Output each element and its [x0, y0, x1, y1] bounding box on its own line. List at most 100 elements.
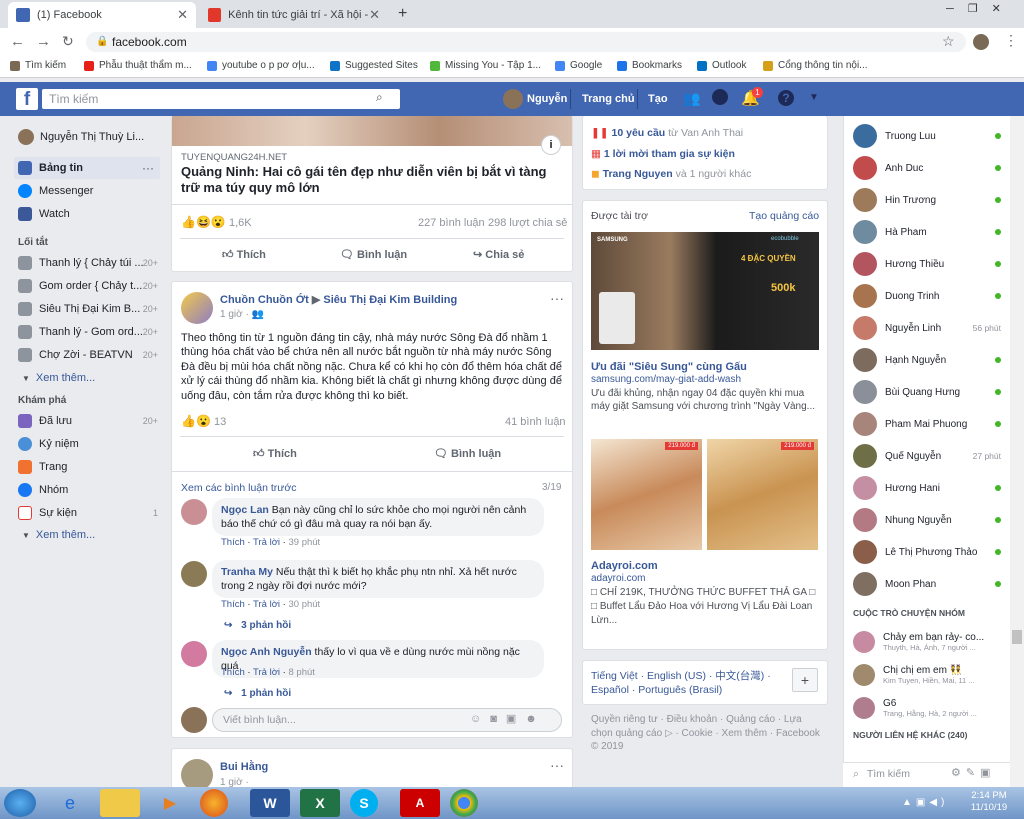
footer-links[interactable]: Quyền riêng tư · Điều khoản · Quảng cáo … [591, 713, 821, 754]
sidebar-item-saved[interactable]: Đã lưu 20+ [18, 412, 158, 430]
bookmark-item[interactable]: Phẫu thuật thẩm m... [84, 60, 192, 71]
like-button[interactable]: 👍︎ Thích [253, 447, 297, 460]
reaction-icons[interactable]: 👍😮 [181, 414, 211, 428]
bookmark-item[interactable]: Missing You - Tập 1... [430, 60, 541, 71]
comment-time[interactable]: 30 phút [289, 599, 321, 610]
author-link[interactable]: Bui Hằng [220, 761, 268, 773]
commenter-avatar[interactable] [181, 561, 207, 587]
forward-icon[interactable]: → [36, 33, 51, 50]
commenter-name[interactable]: Ngọc Lan [221, 504, 269, 516]
chrome-icon[interactable] [450, 789, 478, 817]
comment-reply-link[interactable]: Trả lời [253, 537, 280, 548]
adayroi-ad-image-2[interactable]: 219.000 đ [707, 439, 818, 550]
close-tab-icon[interactable]: ✕ [369, 7, 380, 23]
event-invite-item[interactable]: ▦ 1 lời mời tham gia sự kiện [591, 148, 735, 160]
chat-contact[interactable]: Nguyễn Linh 56 phút [853, 314, 1003, 342]
ad-url[interactable]: samsung.com/may-giat-add-wash [591, 374, 741, 385]
chat-contact[interactable]: Pham Mai Phuong [853, 410, 1003, 438]
comment-button[interactable]: 🗨 Bình luận [340, 248, 407, 261]
chat-contact[interactable]: Bùi Quang Hưng [853, 378, 1003, 406]
create-ad-link[interactable]: Tạo quảng cáo [749, 210, 819, 222]
group-chat-item[interactable]: G6 Trang, Hằng, Hà, 2 người ... [853, 691, 1003, 725]
chat-contact[interactable]: Hin Trương [853, 186, 1003, 214]
close-tab-icon[interactable]: ✕ [177, 7, 188, 23]
group-link[interactable]: Siêu Thị Đại Kim Building [323, 294, 457, 306]
group-chat-item[interactable]: Chảy em bạn rảy- co... Thuyth, Hà, Ánh, 7… [853, 625, 1003, 659]
acrobat-icon[interactable]: A [400, 789, 440, 817]
window-controls[interactable]: ─❐✕ [946, 2, 1015, 15]
header-avatar[interactable] [503, 89, 523, 109]
add-language-button[interactable]: + [792, 668, 818, 692]
chat-contact[interactable]: Quế Nguyễn 27 phút [853, 442, 1003, 470]
sidebar-item-events[interactable]: Sự kiện 1 [18, 504, 158, 522]
clock[interactable]: 2:14 PM 11/10/19 [966, 790, 1012, 814]
sidebar-item-shortcut[interactable]: Thanh lý { Chảy túi ... 20+ [18, 254, 158, 272]
birthday-item[interactable]: ◼ Trang Nguyen và 1 người khác [591, 168, 751, 180]
comment-count[interactable]: 227 bình luận [418, 217, 485, 229]
view-replies-link[interactable]: ↪ 1 phản hồi [224, 688, 291, 699]
comment-time[interactable]: 39 phút [289, 537, 321, 548]
ad-url[interactable]: adayroi.com [591, 573, 645, 584]
reaction-count[interactable]: 13 [214, 416, 226, 428]
ad-title[interactable]: Ưu đãi "Siêu Sung" cùng Gấu [591, 361, 747, 373]
comment-button[interactable]: 🗨 Bình luận [434, 447, 501, 460]
bookmark-item[interactable]: Cổng thông tin nội... [763, 60, 868, 71]
reaction-count[interactable]: 1,6K [229, 217, 252, 229]
friend-requests-icon[interactable]: 👥 [683, 90, 700, 107]
chat-contact[interactable]: Hà Pham [853, 218, 1003, 246]
see-more-shortcuts[interactable]: ▼ Xem thêm... [22, 369, 162, 387]
commenter-avatar[interactable] [181, 641, 207, 667]
sidebar-item-watch[interactable]: Watch [18, 205, 158, 223]
sidebar-item-groups[interactable]: Nhóm [18, 481, 158, 499]
media-player-icon[interactable]: ▶ [150, 789, 190, 817]
new-tab-icon[interactable]: + [398, 5, 407, 23]
link-preview-image[interactable] [172, 116, 572, 146]
chat-contact[interactable]: Hương Thiều [853, 250, 1003, 278]
facebook-logo-icon[interactable]: f [16, 88, 38, 110]
bookmark-item[interactable]: Suggested Sites [330, 60, 418, 71]
ie-icon[interactable]: e [50, 789, 90, 817]
chat-contact[interactable]: Hương Hani [853, 474, 1003, 502]
group-chat-item[interactable]: Chị chị em em 👯 Kim Tuyen, Hiền, Mai, 11 … [853, 658, 1003, 692]
bookmark-star-icon[interactable]: ☆ [942, 33, 955, 50]
chat-contact[interactable]: Nhung Nguyễn [853, 506, 1003, 534]
see-more-explore[interactable]: ▼ Xem thêm... [22, 526, 162, 544]
adayroi-ad-image-1[interactable]: 219.000 đ [591, 439, 702, 550]
home-link[interactable]: Trang chủ [582, 93, 635, 105]
author-avatar[interactable] [181, 292, 213, 324]
search-icon[interactable]: ⌕ [376, 90, 383, 105]
chat-settings-icons[interactable]: ⚙✎▣ [951, 766, 995, 779]
facebook-search-input[interactable]: Tìm kiếm [42, 89, 400, 109]
skype-icon[interactable]: S [350, 789, 378, 817]
bookmark-item[interactable]: Bookmarks [617, 60, 682, 71]
commenter-name[interactable]: Tranha My [221, 566, 273, 578]
help-icon[interactable]: ? [778, 90, 794, 106]
chat-contact[interactable]: Lê Thị Phương Thảo [853, 538, 1003, 566]
tab-kenh14[interactable]: Kênh tin tức giải trí - Xã hội - Ken ✕ [200, 2, 388, 28]
scrollbar-thumb[interactable] [1012, 630, 1022, 644]
bookmark-item[interactable]: youtube o p pơ ơļu... [207, 60, 315, 71]
sidebar-item-messenger[interactable]: Messenger [18, 182, 158, 200]
chat-contact[interactable]: Anh Duc [853, 154, 1003, 182]
chat-search-input[interactable]: ⌕ Tìm kiếm [853, 768, 910, 781]
bookmark-item[interactable]: Tìm kiếm [10, 60, 66, 71]
reload-icon[interactable]: ↻ [62, 33, 74, 50]
reaction-icons[interactable]: 👍😆😮 [181, 215, 226, 229]
url-field[interactable]: facebook.com [86, 32, 966, 52]
sidebar-item-shortcut[interactable]: Siêu Thị Đại Kim B... 20+ [18, 300, 158, 318]
firefox-icon[interactable] [200, 789, 228, 817]
menu-icon[interactable]: ⋮ [1004, 32, 1018, 49]
language-links[interactable]: Tiếng Việt · English (US) · 中文(台灣) · Esp… [591, 669, 781, 697]
post-time[interactable]: 1 giờ · 👥 [220, 309, 264, 320]
samsung-ad-image[interactable]: SAMSUNG ecobubble 4 ĐẶC QUYỀN 500k [591, 232, 819, 350]
comment-reply-link[interactable]: Trả lời [253, 599, 280, 610]
info-icon[interactable]: i [541, 135, 561, 155]
ad-title[interactable]: Adayroi.com [591, 560, 658, 572]
comment-like-link[interactable]: Thích [221, 537, 245, 548]
link-title[interactable]: Quảng Ninh: Hai cô gái tên đẹp như diễn … [181, 164, 561, 196]
messenger-icon[interactable] [712, 89, 728, 105]
create-link[interactable]: Tạo [648, 93, 668, 105]
bookmark-item[interactable]: Google [555, 60, 602, 71]
page-scrollbar[interactable] [1010, 116, 1024, 788]
chat-contact[interactable]: Moon Phan [853, 570, 1003, 598]
